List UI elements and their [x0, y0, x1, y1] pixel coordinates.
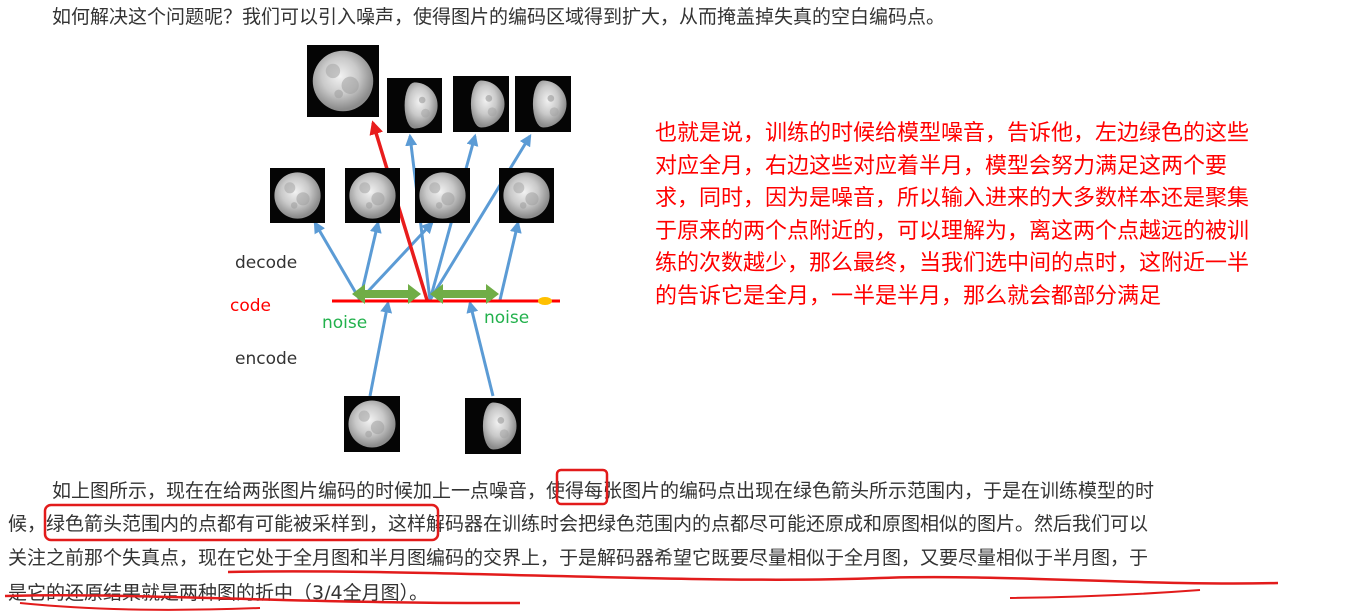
encode-label: encode — [235, 349, 297, 369]
intro-paragraph: 如何解决这个问题呢？我们可以引入噪声，使得图片的编码区域得到扩大，从而掩盖掉失真… — [52, 6, 946, 28]
half-moon-image — [453, 76, 509, 132]
highlight-sampled-range: 绿色箭头范围内的点都有可能被采样到 — [46, 513, 370, 535]
half-moon-image — [387, 78, 442, 133]
code-label: code — [230, 296, 271, 316]
full-moon-image — [345, 168, 400, 223]
full-moon-image — [415, 168, 470, 223]
red-annotation-note: 也就是说，训练的时候给模型噪音，告诉他，左边绿色的这些 对应全月，右边这些对应着… — [655, 118, 1345, 313]
decode-arrow — [498, 220, 522, 301]
text-span: ，这样解码器在训练时会把绿色范围内的点都尽可能还原成和原图相似的图片。然后我们可… — [369, 513, 1149, 535]
note-line: 练的次数越少，那么最终，当我们选中间的点时，这附近一半 — [655, 251, 1250, 276]
body-line-2: 候，绿色箭头范围内的点都有可能被采样到，这样解码器在训练时会把绿色范围内的点都尽… — [8, 509, 1148, 539]
note-line: 于原来的两个点附近的，可以理解为，离这两个点越远的被训 — [655, 218, 1250, 244]
half-moon-image — [465, 398, 521, 454]
body-line-1: 如上图所示，现在在给两张图片编码的时候加上一点噪音，使得每张图片的编码点出现在绿… — [52, 476, 1154, 506]
code-marker — [538, 297, 552, 305]
underline-stroke — [1009, 589, 1201, 599]
noise-label-left: noise — [322, 313, 367, 333]
decode-arrow — [313, 220, 362, 301]
note-line: 也就是说，训练的时候给模型噪音，告诉他，左边绿色的这些 — [655, 121, 1250, 146]
full-moon-image — [270, 168, 325, 223]
highlight-noise: 噪音 — [489, 480, 528, 502]
encode-arrow — [368, 300, 393, 397]
full-moon-image — [307, 45, 379, 117]
vae-noise-diagram: decode code encode noise noise — [230, 45, 571, 454]
text-span: 候， — [8, 513, 47, 535]
decode-arrow — [358, 221, 434, 302]
note-line: 对应全月，右边这些对应着半月，模型会努力满足这两个要 — [655, 153, 1228, 179]
body-line-4: 是它的还原结果就是两种图的折中（3/4全月图）。 — [8, 582, 429, 604]
note-line: 求，同时，因为是噪音，所以输入进来的大多数样本还是聚集 — [655, 186, 1250, 211]
text-span: ，使得每张图片的编码点出现在绿色箭头所示范围内，于是在训练模型的时 — [527, 480, 1155, 502]
half-moon-image — [515, 76, 571, 132]
full-moon-image — [344, 396, 400, 452]
full-moon-image — [499, 168, 554, 223]
body-line-3: 关注之前那个失真点，现在它处于全月图和半月图编码的交界上，于是解码器希望它既要尽… — [8, 547, 1149, 569]
note-line: 的告诉它是全月，一半是半月，那么就会都部分满足 — [655, 283, 1162, 309]
decode-label: decode — [235, 253, 297, 273]
noise-label-right: noise — [484, 308, 529, 328]
text-span: 如上图所示，现在在给两张图片编码的时候加上一点 — [52, 480, 490, 502]
